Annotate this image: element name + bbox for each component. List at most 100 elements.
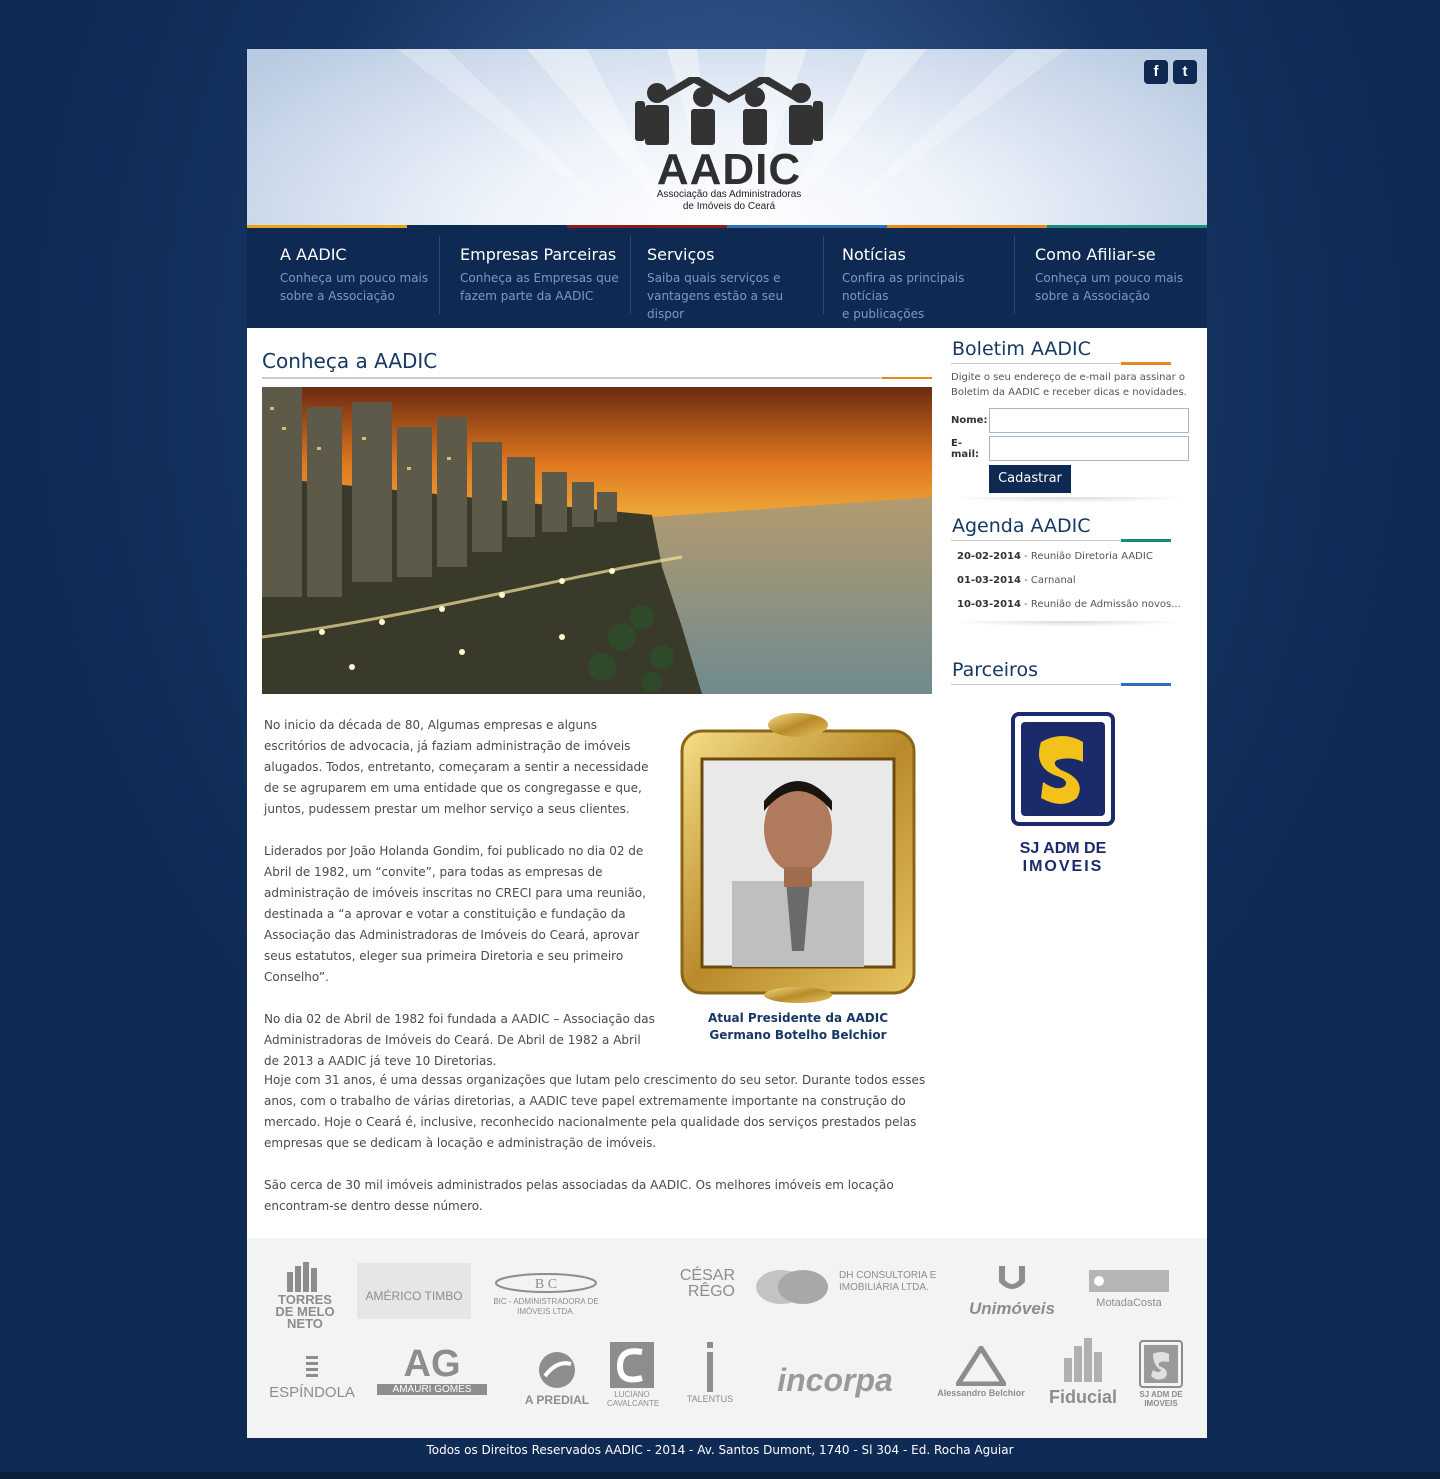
nav-item-a-aadic[interactable]: A AADIC Conheça um pouco mais sobre a Ass… (247, 228, 439, 328)
caption-line2: Germano Botelho Belchior (709, 1028, 887, 1042)
widget-shadow (951, 497, 1187, 503)
newsletter-rule (951, 362, 1171, 365)
social-links: f t (1144, 60, 1197, 84)
name-label: Nome: (951, 415, 988, 426)
main-nav: A AADIC Conheça um pouco mais sobre a Ass… (247, 228, 1207, 328)
a-predial-emblem-icon (539, 1352, 575, 1388)
paragraph: No dia 02 de Abril de 1982 foi fundada a… (264, 1012, 655, 1068)
agenda-list: 20-02-2014 - Reunião Diretoria AADIC 01-… (951, 545, 1191, 617)
newsletter-widget: Boletim AADIC Digite o seu endereço de e… (951, 338, 1191, 503)
partner-logo-bic[interactable]: B C BIC - ADMINISTRADORA DE IMÓVEIS LTDA… (491, 1272, 601, 1317)
partner-logo-espindola[interactable]: ESPÍNDOLA (267, 1356, 357, 1401)
partner-logo-alessandro-belchior[interactable]: Alessandro Belchior (933, 1343, 1029, 1398)
name-field[interactable] (989, 408, 1189, 433)
president-portrait (676, 711, 920, 1003)
motadacosta-emblem-icon (1089, 1270, 1169, 1292)
nav-title: Notícias (842, 245, 906, 264)
ab-emblem-icon (953, 1343, 1009, 1387)
title-rule (262, 377, 932, 379)
title-rule-accent (882, 377, 932, 379)
name-row: Nome: (951, 408, 1191, 433)
nav-desc: Conheça um pouco mais sobre a Associação (1035, 271, 1184, 303)
partner-logo-cesar-rego[interactable]: CÉSAR RÊGO (639, 1268, 735, 1300)
sj-small-icon (1139, 1340, 1183, 1388)
ag-monogram-icon: AG (403, 1343, 461, 1385)
nav-title: Serviços (647, 245, 715, 264)
nav-desc: Confira as principais notícias e publicaç… (842, 271, 965, 321)
dh-emblem-icon (756, 1270, 828, 1304)
paragraph: No inicio da década de 80, Algumas empre… (264, 718, 649, 816)
main-content: Conheça a AADIC No inicio da década de 8… (262, 349, 932, 1213)
widget-shadow (951, 621, 1187, 627)
nav-title: Empresas Parceiras (460, 245, 617, 264)
page-container: f t AADIC Associação das Administradoras… (247, 49, 1207, 1438)
partner-logo-unimoveis[interactable]: Unimóveis (959, 1266, 1065, 1319)
featured-partner-name: SJ ADM DE IMOVEIS (1019, 840, 1107, 875)
partner-logo-dh[interactable]: DH CONSULTORIA E IMOBILIÁRIA LTDA. (755, 1268, 945, 1308)
intro-text-full: Hoje com 31 anos, é uma dessas organizaç… (264, 1070, 926, 1238)
footer-bar (0, 1472, 1440, 1479)
featured-partner-sj[interactable]: SJ ADM DE IMOVEIS (1011, 712, 1115, 876)
partner-logo-luciano-cavalcante[interactable]: LUCIANO CAVALCANTE (607, 1342, 659, 1408)
partner-logo-talentus[interactable]: TALENTUS (685, 1342, 735, 1404)
partner-logo-motadacosta[interactable]: MotadaCosta (1087, 1270, 1171, 1309)
logo-tagline-line2: de Imóveis do Ceará (682, 201, 776, 212)
partners-rule (951, 683, 1171, 686)
newsletter-title: Boletim AADIC (952, 338, 1091, 360)
paragraph: Hoje com 31 anos, é uma dessas organizaç… (264, 1073, 926, 1150)
intro-text-left: No inicio da década de 80, Algumas empre… (264, 715, 656, 1093)
partner-logo-incorpa[interactable]: incorpa (755, 1362, 915, 1399)
partner-logo-torres-de-melo[interactable]: TORRES DE MELO NETO (275, 1262, 335, 1330)
agenda-rule (951, 539, 1171, 542)
sj-logo-icon (1011, 712, 1115, 826)
partner-logo-fiducial[interactable]: Fiducial (1043, 1338, 1123, 1408)
logo-tagline-line1: Associação das Administradoras (656, 189, 802, 200)
rule-accent (1121, 683, 1171, 686)
u-emblem-icon (999, 1266, 1025, 1289)
agenda-item[interactable]: 20-02-2014 - Reunião Diretoria AADIC (957, 545, 1191, 569)
site-footer: Todos os Direitos Reservados AADIC - 201… (426, 1443, 1014, 1457)
nav-desc: Conheça as Empresas que fazem parte da AA… (460, 271, 619, 303)
site-logo[interactable]: AADIC Associação das Administradoras de … (631, 77, 827, 217)
partners-widget: Parceiros SJ ADM DE IMOVEIS (951, 659, 1191, 876)
paragraph: Liderados por João Holanda Gondim, foi p… (264, 844, 646, 984)
email-row: E-mail: (951, 436, 1191, 461)
newsletter-note: Digite o seu endereço de e-mail para ass… (951, 372, 1187, 398)
nav-item-empresas-parceiras[interactable]: Empresas Parceiras Conheça as Empresas q… (439, 228, 630, 328)
partner-logo-sj-adm[interactable]: SJ ADM DE IMOVEIS (1133, 1340, 1189, 1408)
partner-logo-a-predial[interactable]: A PREDIAL (517, 1350, 597, 1407)
site-header: f t AADIC Associação das Administradoras… (247, 49, 1207, 226)
paragraph: São cerca de 30 mil imóveis administrado… (264, 1178, 894, 1213)
bic-emblem-icon: B C (495, 1273, 597, 1293)
agenda-item[interactable]: 01-03-2014 - Carnanal (957, 569, 1191, 593)
agenda-widget: Agenda AADIC 20-02-2014 - Reunião Direto… (951, 515, 1191, 627)
logo-tagline: Associação das Administradoras de Imóvei… (631, 189, 827, 213)
nav-item-como-afiliar-se[interactable]: Como Afiliar-se Conheça um pouco mais sob… (1014, 228, 1207, 328)
hero-city-image (262, 387, 932, 694)
partner-logo-amauri-gomes[interactable]: AG AMAURI GOMES (377, 1344, 487, 1395)
cadastrar-button[interactable]: Cadastrar (989, 465, 1071, 493)
partner-logos-strip: TORRES DE MELO NETO AMÉRICO TIMBO B C BI… (247, 1238, 1207, 1438)
logo-houses-icon (635, 77, 823, 145)
partner-logo-americo-timbo[interactable]: AMÉRICO TIMBO (357, 1263, 471, 1319)
lc-emblem-icon (610, 1342, 654, 1388)
page-title: Conheça a AADIC (262, 349, 438, 373)
nav-title: Como Afiliar-se (1035, 245, 1156, 264)
caption-line1: Atual Presidente da AADIC (707, 1011, 889, 1025)
logo-name: AADIC (656, 145, 802, 194)
nav-desc: Conheça um pouco mais sobre a Associação (280, 271, 429, 303)
svg-text:B C: B C (535, 1277, 557, 1292)
facebook-icon[interactable]: f (1144, 60, 1168, 84)
talentus-emblem-icon (707, 1342, 713, 1392)
fiducial-emblem-icon (1064, 1338, 1102, 1382)
partners-title: Parceiros (952, 659, 1038, 681)
agenda-item[interactable]: 10-03-2014 - Reunião de Admissão novos..… (957, 593, 1191, 617)
espindola-emblem-icon (306, 1356, 318, 1377)
nav-item-servicos[interactable]: Serviços Saiba quais serviços e vantagens… (630, 228, 823, 328)
sidebar: Boletim AADIC Digite o seu endereço de e… (951, 338, 1191, 876)
email-field[interactable] (989, 436, 1189, 461)
nav-item-noticias[interactable]: Notícias Confira as principais notícias e… (823, 228, 1014, 328)
agenda-title: Agenda AADIC (952, 515, 1091, 537)
rule-accent (1121, 539, 1171, 542)
twitter-icon[interactable]: t (1173, 60, 1197, 84)
